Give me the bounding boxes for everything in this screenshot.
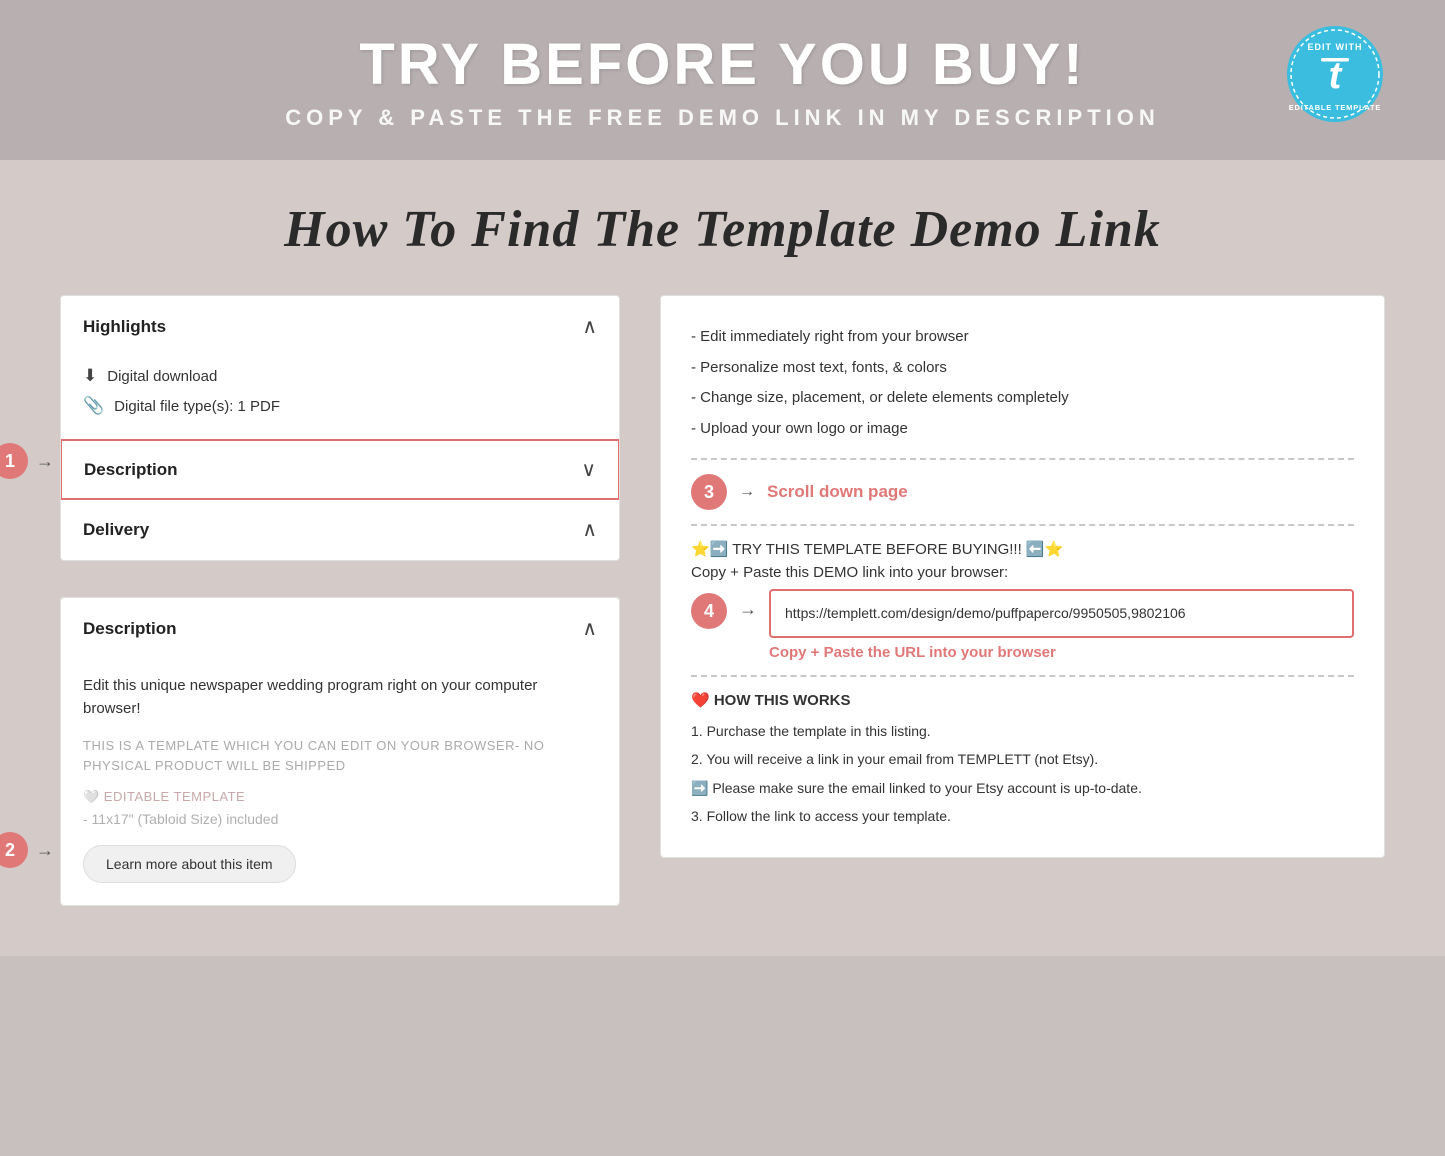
highlight-filetype-text: Digital file type(s): 1 PDF bbox=[114, 398, 280, 415]
paperclip-icon: 📎 bbox=[83, 396, 104, 416]
highlights-chevron: ∧ bbox=[582, 314, 597, 339]
step1-circle: 1 bbox=[0, 443, 28, 479]
feature-item-2: - Personalize most text, fonts, & colors bbox=[691, 353, 1354, 384]
desc-warning: THIS IS A TEMPLATE WHICH YOU CAN EDIT ON… bbox=[83, 736, 597, 775]
desc-size: - 11x17" (Tabloid Size) included bbox=[83, 811, 597, 827]
step4-circle: 4 bbox=[691, 593, 727, 629]
bottom-panel-wrapper: Description ∧ Edit this unique newspaper… bbox=[60, 579, 620, 906]
banner-title: TRY BEFORE YOU BUY! bbox=[285, 33, 1160, 97]
desc-main-text: Edit this unique newspaper wedding progr… bbox=[83, 675, 597, 720]
highlights-title: Highlights bbox=[83, 317, 166, 337]
step2-arrow: → bbox=[36, 840, 54, 861]
highlights-section: Highlights ∧ ⬇ Digital download 📎 Digita… bbox=[61, 296, 619, 440]
step3-row: 3 → Scroll down page bbox=[691, 474, 1354, 510]
highlight-download-text: Digital download bbox=[107, 368, 217, 385]
desc-editable: 🤍 EDITABLE TEMPLATE bbox=[83, 789, 597, 805]
banner-text-block: TRY BEFORE YOU BUY! COPY & PASTE THE FRE… bbox=[285, 33, 1160, 131]
url-box: https://templett.com/design/demo/puffpap… bbox=[769, 589, 1354, 638]
how-works-item-1: 1. Purchase the template in this listing… bbox=[691, 717, 1354, 745]
feature-item-1: - Edit immediately right from your brows… bbox=[691, 322, 1354, 353]
step4-row: 4 → https://templett.com/design/demo/puf… bbox=[691, 589, 1354, 661]
step3-arrow: → bbox=[739, 483, 755, 501]
left-column: Highlights ∧ ⬇ Digital download 📎 Digita… bbox=[60, 295, 620, 906]
description-chevron: ∨ bbox=[581, 457, 596, 482]
feature-list: - Edit immediately right from your brows… bbox=[691, 322, 1354, 444]
svg-text:EDITABLE TEMPLATE: EDITABLE TEMPLATE bbox=[1289, 103, 1382, 112]
feature-item-3: - Change size, placement, or delete elem… bbox=[691, 383, 1354, 414]
delivery-chevron: ∧ bbox=[582, 517, 597, 542]
bottom-panel: Description ∧ Edit this unique newspaper… bbox=[60, 597, 620, 906]
bottom-description-header[interactable]: Description ∧ bbox=[61, 598, 619, 659]
banner-subtitle: COPY & PASTE THE FREE DEMO LINK IN MY DE… bbox=[285, 105, 1160, 131]
bottom-description-title: Description bbox=[83, 619, 177, 639]
delivery-section: Delivery ∧ bbox=[61, 499, 619, 560]
highlights-header[interactable]: Highlights ∧ bbox=[61, 296, 619, 357]
step1-arrow: → bbox=[36, 451, 54, 472]
highlights-items: ⬇ Digital download 📎 Digital file type(s… bbox=[61, 357, 619, 439]
try-template-line: ⭐➡️ TRY THIS TEMPLATE BEFORE BUYING!!! ⬅… bbox=[691, 540, 1354, 558]
highlight-download: ⬇ Digital download bbox=[83, 361, 597, 391]
step2-annotation: 2 → bbox=[0, 832, 54, 868]
main-content: How To Find The Template Demo Link Highl… bbox=[0, 160, 1445, 956]
description-title: Description bbox=[84, 460, 178, 480]
right-panel: - Edit immediately right from your brows… bbox=[660, 295, 1385, 858]
delivery-header[interactable]: Delivery ∧ bbox=[61, 499, 619, 560]
how-works-item-3: ➡️ Please make sure the email linked to … bbox=[691, 774, 1354, 802]
divider-1 bbox=[691, 458, 1354, 460]
how-works-section: ❤️ HOW THIS WORKS 1. Purchase the templa… bbox=[691, 691, 1354, 831]
top-panel-wrapper: Highlights ∧ ⬇ Digital download 📎 Digita… bbox=[60, 295, 620, 561]
two-col-layout: Highlights ∧ ⬇ Digital download 📎 Digita… bbox=[60, 295, 1385, 906]
step4-arrow: → bbox=[739, 599, 757, 620]
top-banner: TRY BEFORE YOU BUY! COPY & PASTE THE FRE… bbox=[0, 0, 1445, 160]
step1-annotation: 1 → bbox=[0, 443, 54, 479]
description-highlighted-section: Description ∨ bbox=[60, 439, 620, 500]
step3-circle: 3 bbox=[691, 474, 727, 510]
divider-3 bbox=[691, 675, 1354, 677]
url-label: Copy + Paste the URL into your browser bbox=[769, 644, 1354, 661]
how-works-title: ❤️ HOW THIS WORKS bbox=[691, 691, 1354, 709]
feature-item-4: - Upload your own logo or image bbox=[691, 414, 1354, 445]
delivery-title: Delivery bbox=[83, 520, 149, 540]
how-works-item-2: 2. You will receive a link in your email… bbox=[691, 745, 1354, 773]
how-works-list: 1. Purchase the template in this listing… bbox=[691, 717, 1354, 831]
section-title: How To Find The Template Demo Link bbox=[60, 200, 1385, 259]
step2-circle: 2 bbox=[0, 832, 28, 868]
learn-more-button[interactable]: Learn more about this item bbox=[83, 845, 296, 883]
scroll-down-label: Scroll down page bbox=[767, 482, 908, 502]
divider-2 bbox=[691, 524, 1354, 526]
bottom-description-chevron: ∧ bbox=[582, 616, 597, 641]
learn-more-row: Learn more about this item bbox=[83, 845, 597, 883]
right-column: - Edit immediately right from your brows… bbox=[660, 295, 1385, 858]
templett-badge: EDIT WITH t EDITABLE TEMPLATE bbox=[1285, 24, 1385, 124]
how-works-item-4: 3. Follow the link to access your templa… bbox=[691, 802, 1354, 830]
top-panel: Highlights ∧ ⬇ Digital download 📎 Digita… bbox=[60, 295, 620, 561]
highlight-filetype: 📎 Digital file type(s): 1 PDF bbox=[83, 391, 597, 421]
copy-paste-line: Copy + Paste this DEMO link into your br… bbox=[691, 564, 1354, 581]
description-header[interactable]: Description ∨ bbox=[62, 441, 618, 498]
download-icon: ⬇ bbox=[83, 366, 97, 386]
svg-text:EDIT WITH: EDIT WITH bbox=[1308, 42, 1363, 52]
description-body: Edit this unique newspaper wedding progr… bbox=[61, 659, 619, 905]
url-block: https://templett.com/design/demo/puffpap… bbox=[769, 589, 1354, 661]
